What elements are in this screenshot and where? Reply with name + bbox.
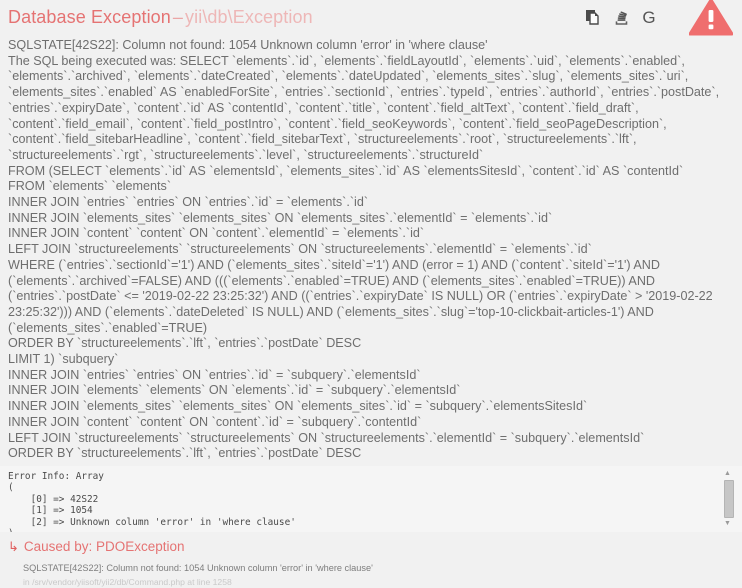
google-letter: G [642,9,655,26]
previous-exception: ↳ Caused by: PDOException SQLSTATE[42S22]… [0,532,742,588]
previous-exception-message: SQLSTATE[42S22]: Column not found: 1054 … [8,562,734,574]
message-line: ORDER BY `structureelements`.`lft`, `ent… [8,446,734,462]
title-dash: – [173,7,183,27]
exception-class: yii\db\Exception [185,7,313,27]
message-line: INNER JOIN `elements_sites` `elements_si… [8,211,734,227]
message-line: INNER JOIN `elements_sites` `elements_si… [8,399,734,415]
previous-exception-file: in /srv/vendor/yiisoft/yii2/db/Command.p… [8,577,734,588]
message-line: INNER JOIN `elements` `elements` ON `ele… [8,383,734,399]
copy-icon[interactable] [584,8,602,26]
message-line: INNER JOIN `content` `content` ON `conte… [8,226,734,242]
message-line: The SQL being executed was: SELECT `elem… [8,54,734,164]
exception-name: Database Exception [8,7,171,27]
previous-exception-title[interactable]: ↳ Caused by: PDOException [8,538,734,556]
message-line: SQLSTATE[42S22]: Column not found: 1054 … [8,38,734,54]
message-line: LIMIT 1) `subquery` [8,352,734,368]
message-line: LEFT JOIN `structureelements` `structure… [8,242,734,258]
error-info-scrollbar[interactable]: ▲ ▼ [723,470,732,528]
previous-exception-label: Caused by: PDOException [24,539,185,554]
message-line: FROM (SELECT `elements`.`id` AS `element… [8,164,734,180]
error-info-text: Error Info: Array ( [0] => 42S22 [1] => … [0,466,742,532]
message-line: INNER JOIN `content` `content` ON `conte… [8,415,734,431]
error-info-panel: Error Info: Array ( [0] => 42S22 [1] => … [0,466,742,532]
stackoverflow-icon[interactable] [612,8,630,26]
message-line: LEFT JOIN `structureelements` `structure… [8,431,734,447]
exception-header: Database Exception–yii\db\Exception [0,0,742,34]
scroll-up-icon[interactable]: ▲ [723,470,732,478]
scrollbar-thumb[interactable] [724,480,734,518]
exception-message: SQLSTATE[42S22]: Column not found: 1054 … [0,34,742,462]
message-line: WHERE (`entries`.`sectionId`='1') AND (`… [8,258,734,337]
header-actions: G [584,0,734,34]
warning-triangle-icon [688,0,734,37]
message-line: INNER JOIN `entries` `entries` ON `entri… [8,195,734,211]
caused-by-arrow-icon: ↳ [8,539,19,554]
page-title: Database Exception–yii\db\Exception [8,0,313,34]
message-line: FROM `elements` `elements` [8,179,734,195]
message-line: ORDER BY `structureelements`.`lft`, `ent… [8,336,734,352]
message-line: INNER JOIN `entries` `entries` ON `entri… [8,368,734,384]
scroll-down-icon[interactable]: ▼ [723,520,732,528]
google-icon[interactable]: G [640,8,658,26]
